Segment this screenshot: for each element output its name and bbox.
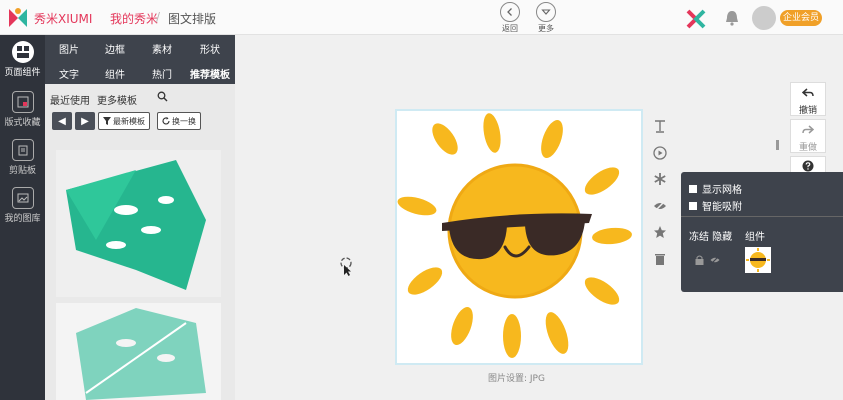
- text-tool-icon[interactable]: [652, 118, 668, 134]
- template-thumbnail[interactable]: [56, 150, 221, 297]
- smart-snap-label: 智能吸附: [702, 202, 742, 213]
- shuffle-label: 换一换: [172, 116, 196, 126]
- more-label: 更多: [538, 24, 554, 33]
- arrow-right-icon: ▶: [81, 115, 89, 127]
- trash-icon[interactable]: [652, 251, 668, 267]
- sidebar-item-page-components[interactable]: 页面组件: [0, 41, 45, 78]
- monstera-leaf-teal-image: [76, 308, 206, 400]
- scroll-indicator: [776, 140, 779, 150]
- back-label: 返回: [502, 24, 518, 33]
- vip-badge[interactable]: 企业会员: [780, 10, 822, 26]
- arrow-left-icon: ◀: [58, 115, 66, 127]
- prev-page-button[interactable]: ◀: [52, 112, 72, 130]
- editor-canvas[interactable]: [395, 109, 643, 365]
- components-icon: [11, 41, 34, 63]
- sidebar-item-my-gallery[interactable]: 我的图库: [0, 187, 45, 224]
- redo-label: 重做: [798, 143, 817, 153]
- tab-text[interactable]: 文字: [59, 66, 79, 81]
- icon-sidebar: 页面组件 版式收藏 剪贴板 我的图库: [0, 35, 45, 400]
- brand-name[interactable]: 秀米XIUMI: [34, 10, 92, 27]
- undo-arrow-icon: [801, 88, 814, 97]
- sidebar-label: 我的图库: [4, 214, 41, 224]
- gallery-icon: [11, 187, 34, 209]
- xiumi-x-icon[interactable]: [686, 9, 706, 29]
- bell-icon[interactable]: [723, 9, 741, 27]
- redo-arrow-icon: [802, 125, 815, 134]
- undo-label: 撤销: [798, 106, 817, 116]
- sidebar-item-layout-favorites[interactable]: 版式收藏: [0, 91, 45, 128]
- redo-button[interactable]: 重做: [790, 119, 826, 153]
- filter-latest-button[interactable]: 最新模板: [98, 112, 150, 130]
- checkbox-square: [689, 201, 697, 210]
- freeze-hide-header: 冻结 隐藏: [689, 232, 733, 243]
- shuffle-button[interactable]: 换一换: [157, 112, 201, 130]
- sun-thumbnail-image: [746, 248, 770, 272]
- more-button[interactable]: 更多: [532, 2, 560, 34]
- breadcrumb-separator: /: [156, 10, 161, 24]
- nav-current-page: 图文排版: [168, 12, 217, 26]
- asterisk-icon[interactable]: [652, 171, 668, 187]
- tab-border[interactable]: 边框: [105, 41, 125, 56]
- chevron-down-icon: [536, 2, 556, 22]
- sidebar-item-clipboard[interactable]: 剪贴板: [0, 139, 45, 176]
- smart-snap-checkbox[interactable]: 智能吸附: [689, 198, 742, 213]
- back-button[interactable]: 返回: [496, 2, 524, 34]
- tab-image[interactable]: 图片: [59, 41, 79, 56]
- next-page-button[interactable]: ▶: [75, 112, 95, 130]
- sun-with-sunglasses-image[interactable]: [397, 111, 641, 363]
- layer-divider: [681, 216, 843, 217]
- tab-material[interactable]: 素材: [152, 41, 172, 56]
- tab-shape[interactable]: 形状: [200, 41, 220, 56]
- search-icon[interactable]: [157, 91, 168, 102]
- tab-recommended-templates[interactable]: 推荐模板: [190, 66, 230, 86]
- xiumi-logo[interactable]: [6, 6, 30, 30]
- filter-label: 最新模板: [113, 116, 145, 126]
- tab-popular[interactable]: 热门: [152, 66, 172, 81]
- star-icon[interactable]: [652, 224, 668, 240]
- show-grid-label: 显示网格: [702, 185, 742, 196]
- help-icon: [802, 160, 814, 172]
- sidebar-label: 版式收藏: [4, 118, 41, 128]
- component-header: 组件: [745, 232, 765, 243]
- checkbox-square: [689, 184, 697, 193]
- user-avatar[interactable]: [752, 6, 776, 30]
- subtab-recent[interactable]: 最近使用: [50, 92, 90, 107]
- visibility-icon[interactable]: [652, 198, 668, 214]
- canvas-caption: 图片设置: JPG: [488, 374, 545, 384]
- template-thumbnail[interactable]: [56, 303, 221, 400]
- lock-icon[interactable]: [695, 255, 704, 265]
- sidebar-label: 剪贴板: [8, 166, 36, 176]
- sidebar-label: 页面组件: [4, 68, 41, 78]
- refresh-icon: [162, 117, 170, 125]
- chevron-left-icon: [500, 2, 520, 22]
- favorites-icon: [11, 91, 34, 113]
- layer-thumbnail[interactable]: [745, 247, 771, 273]
- hide-eye-icon[interactable]: [710, 255, 720, 265]
- tab-component[interactable]: 组件: [105, 66, 125, 81]
- nav-my-xiumi[interactable]: 我的秀米: [110, 10, 158, 27]
- filter-icon: [103, 117, 111, 125]
- show-grid-checkbox[interactable]: 显示网格: [689, 181, 742, 196]
- undo-button[interactable]: 撤销: [790, 82, 826, 116]
- monstera-leaf-green-image: [66, 160, 206, 290]
- play-icon[interactable]: [652, 145, 668, 161]
- clipboard-icon: [11, 139, 34, 161]
- top-bar: 秀米XIUMI 我的秀米 / 图文排版 返回 更多 企业会员: [0, 0, 843, 35]
- subtab-more-templates[interactable]: 更多模板: [97, 92, 137, 107]
- layer-panel: 显示网格 智能吸附 冻结 隐藏 组件: [681, 172, 843, 292]
- busy-cursor-icon: [340, 257, 352, 276]
